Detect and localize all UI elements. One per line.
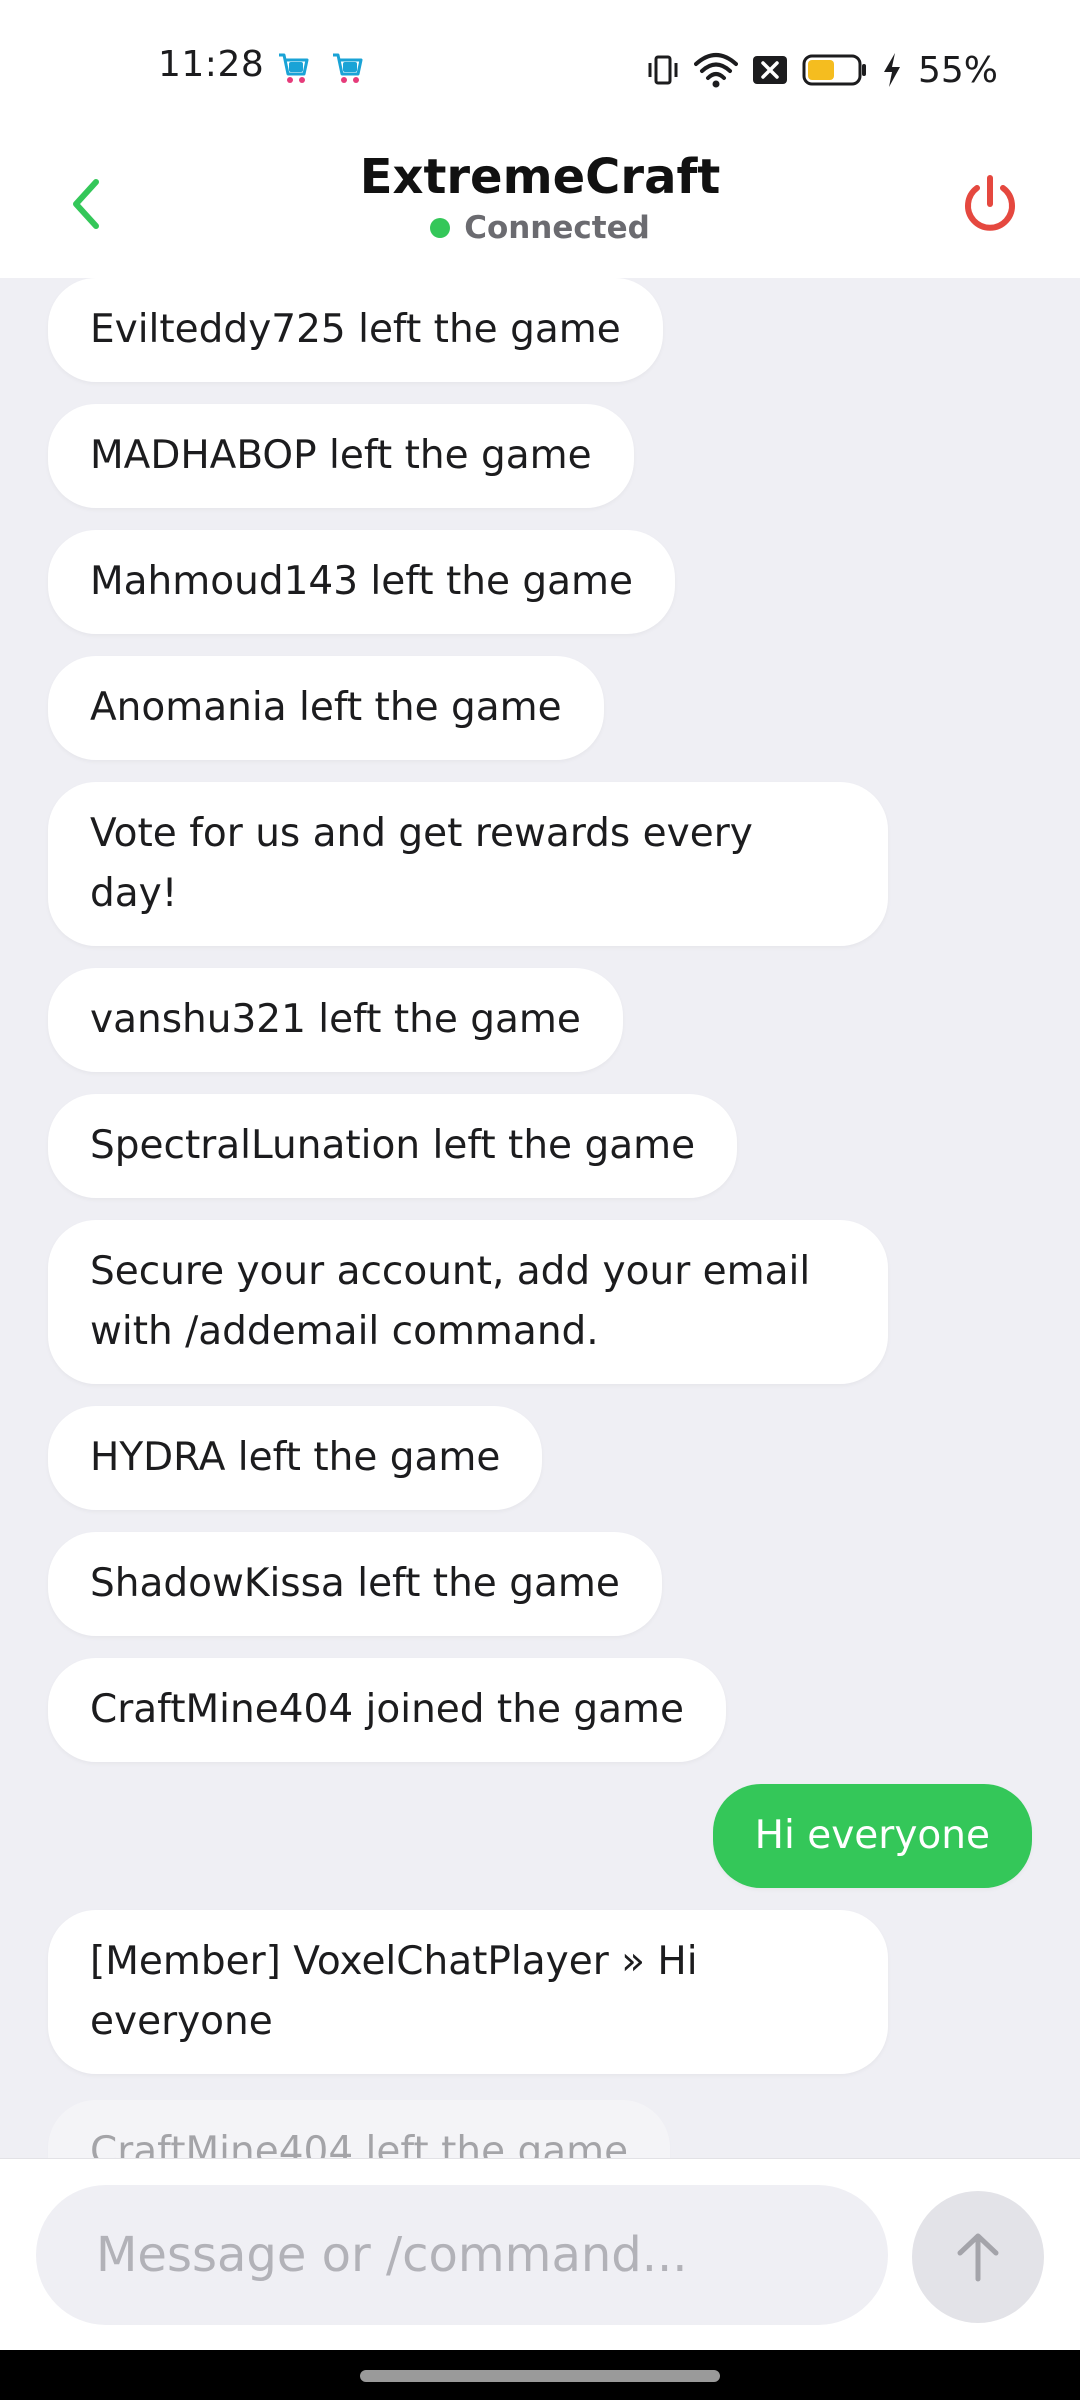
message-bubble: Vote for us and get rewards every day! <box>48 782 888 946</box>
shopping-cart-app-icon <box>330 50 364 86</box>
send-button[interactable] <box>912 2191 1044 2323</box>
disconnect-button[interactable] <box>950 164 1030 244</box>
system-status-icons: 55% <box>646 48 998 92</box>
connection-status: Connected <box>430 210 650 246</box>
system-navigation-bar <box>0 2350 1080 2400</box>
battery-percent: 55% <box>917 49 998 91</box>
wifi-icon <box>693 53 738 88</box>
status-time: 11:28 <box>158 44 265 85</box>
message-bubble: Secure your account, add your email with… <box>48 1220 888 1384</box>
status-bar: 11:28 55% <box>0 0 1080 138</box>
message-bubble: ShadowKissa left the game <box>48 1532 662 1636</box>
composer-bar <box>0 2158 1080 2351</box>
connection-status-label: Connected <box>464 210 650 246</box>
sim-error-icon <box>752 56 787 84</box>
charging-bolt-icon <box>883 53 900 87</box>
home-gesture-handle[interactable] <box>360 2370 720 2382</box>
message-bubble: SpectralLunation left the game <box>48 1094 738 1198</box>
arrow-up-icon <box>957 2233 999 2282</box>
power-icon <box>965 175 1015 231</box>
shopping-cart-app-icon <box>276 50 310 86</box>
message-bubble: vanshu321 left the game <box>48 968 623 1072</box>
message-bubble: [Member] VoxelChatPlayer » Hi everyone <box>48 1910 888 2074</box>
message-input[interactable] <box>36 2185 888 2325</box>
server-title: ExtremeCraft <box>359 149 721 205</box>
vibrate-icon <box>648 55 678 85</box>
message-bubble: Mahmoud143 left the game <box>48 530 676 634</box>
status-dot-icon <box>430 218 451 238</box>
battery-icon <box>802 54 866 86</box>
message-bubble: HYDRA left the game <box>48 1406 543 1510</box>
message-bubble: Evilteddy725 left the game <box>48 278 663 382</box>
message-list[interactable]: Evilteddy725 left the game MADHABOP left… <box>0 278 1080 2158</box>
message-bubble: MADHABOP left the game <box>48 404 634 508</box>
message-bubble: CraftMine404 joined the game <box>48 1658 726 1762</box>
message-bubble: CraftMine404 left the game <box>48 2100 671 2158</box>
title-group: ExtremeCraft Connected <box>0 146 1080 246</box>
chat-header: ExtremeCraft Connected <box>0 138 1080 278</box>
message-bubble: Anomania left the game <box>48 656 604 760</box>
outgoing-message-bubble: Hi everyone <box>712 1784 1032 1888</box>
